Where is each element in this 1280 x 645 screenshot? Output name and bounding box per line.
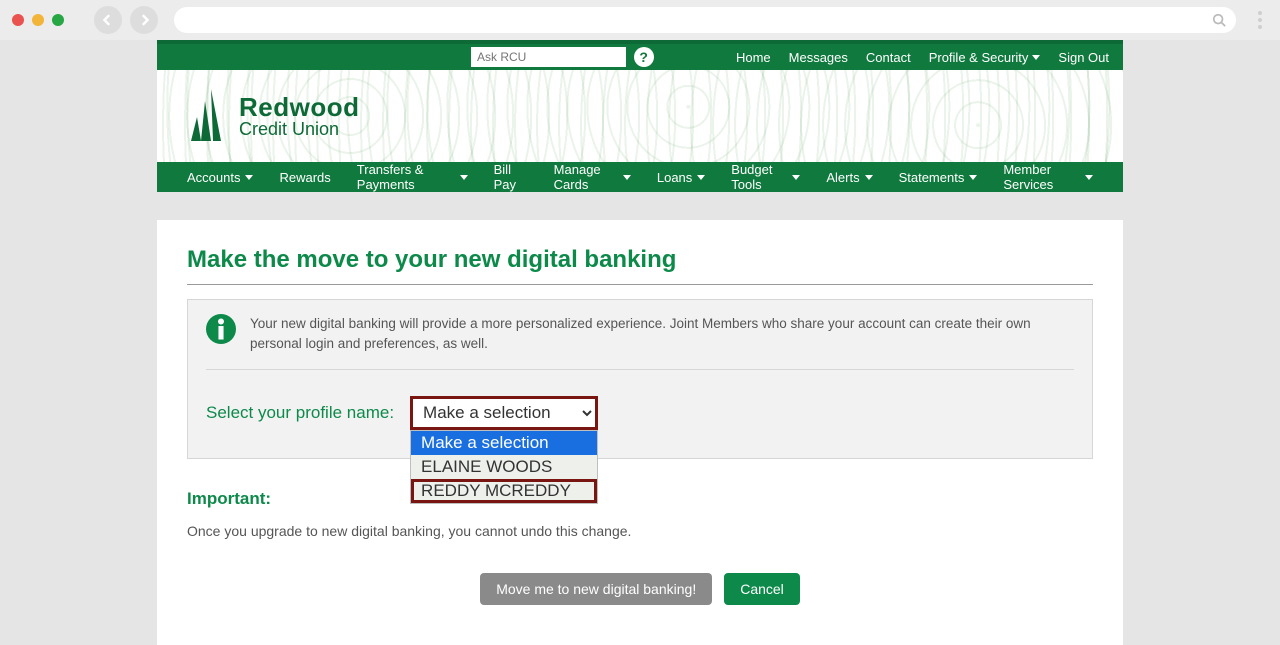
info-icon: [206, 314, 236, 344]
logo-text-line2: Credit Union: [239, 120, 360, 138]
nav-bill-pay[interactable]: Bill Pay: [494, 162, 528, 192]
window-maximize-dot[interactable]: [52, 14, 64, 26]
move-to-digital-banking-button[interactable]: Move me to new digital banking!: [480, 573, 712, 605]
dropdown-option[interactable]: Make a selection: [411, 431, 597, 455]
ask-rcu-input[interactable]: [471, 47, 626, 67]
chevron-down-icon: [460, 175, 468, 180]
main-nav: Accounts Rewards Transfers & Payments Bi…: [157, 162, 1123, 192]
nav-profile-security[interactable]: Profile & Security: [929, 50, 1041, 65]
nav-statements[interactable]: Statements: [899, 170, 978, 185]
nav-budget-tools[interactable]: Budget Tools: [731, 162, 800, 192]
chevron-down-icon: [1032, 55, 1040, 60]
dropdown-option[interactable]: ELAINE WOODS: [411, 455, 597, 479]
dropdown-option[interactable]: REDDY MCREDDY: [411, 479, 597, 503]
cancel-button[interactable]: Cancel: [724, 573, 800, 605]
browser-chrome: [0, 0, 1280, 40]
chevron-down-icon: [969, 175, 977, 180]
divider: [187, 284, 1093, 285]
info-panel: Your new digital banking will provide a …: [187, 299, 1093, 459]
nav-alerts[interactable]: Alerts: [826, 170, 872, 185]
content-card: Make the move to your new digital bankin…: [157, 220, 1123, 645]
nav-loans[interactable]: Loans: [657, 170, 705, 185]
info-text: Your new digital banking will provide a …: [250, 314, 1074, 355]
browser-url-bar[interactable]: [174, 7, 1236, 33]
help-icon[interactable]: ?: [634, 47, 654, 67]
important-text: Once you upgrade to new digital banking,…: [187, 523, 1093, 539]
browser-back-button[interactable]: [94, 6, 122, 34]
nav-rewards[interactable]: Rewards: [279, 170, 330, 185]
window-minimize-dot[interactable]: [32, 14, 44, 26]
important-heading: Important:: [187, 489, 1093, 509]
nav-accounts[interactable]: Accounts: [187, 170, 253, 185]
nav-home[interactable]: Home: [736, 50, 771, 65]
utility-bar: ? Home Messages Contact Profile & Securi…: [157, 40, 1123, 70]
select-profile-label: Select your profile name:: [206, 403, 394, 423]
nav-sign-out[interactable]: Sign Out: [1058, 50, 1109, 65]
chevron-down-icon: [623, 175, 631, 180]
chevron-down-icon: [865, 175, 873, 180]
chevron-down-icon: [697, 175, 705, 180]
chevron-down-icon: [1085, 175, 1093, 180]
brand-banner: Redwood Credit Union: [157, 70, 1123, 162]
nav-transfers[interactable]: Transfers & Payments: [357, 162, 468, 192]
browser-forward-button[interactable]: [130, 6, 158, 34]
logo[interactable]: Redwood Credit Union: [187, 87, 360, 145]
nav-contact[interactable]: Contact: [866, 50, 911, 65]
redwood-tree-icon: [187, 87, 227, 145]
chevron-down-icon: [792, 175, 800, 180]
window-close-dot[interactable]: [12, 14, 24, 26]
logo-text-line1: Redwood: [239, 94, 360, 120]
profile-name-select[interactable]: Make a selection: [410, 396, 598, 430]
nav-messages[interactable]: Messages: [789, 50, 848, 65]
chevron-down-icon: [245, 175, 253, 180]
profile-name-dropdown: Make a selection ELAINE WOODS REDDY MCRE…: [410, 430, 598, 504]
page-title: Make the move to your new digital bankin…: [187, 246, 1093, 274]
search-icon: [1212, 13, 1226, 27]
browser-menu-icon[interactable]: [1252, 11, 1268, 29]
nav-manage-cards[interactable]: Manage Cards: [554, 162, 631, 192]
nav-member-services[interactable]: Member Services: [1003, 162, 1093, 192]
